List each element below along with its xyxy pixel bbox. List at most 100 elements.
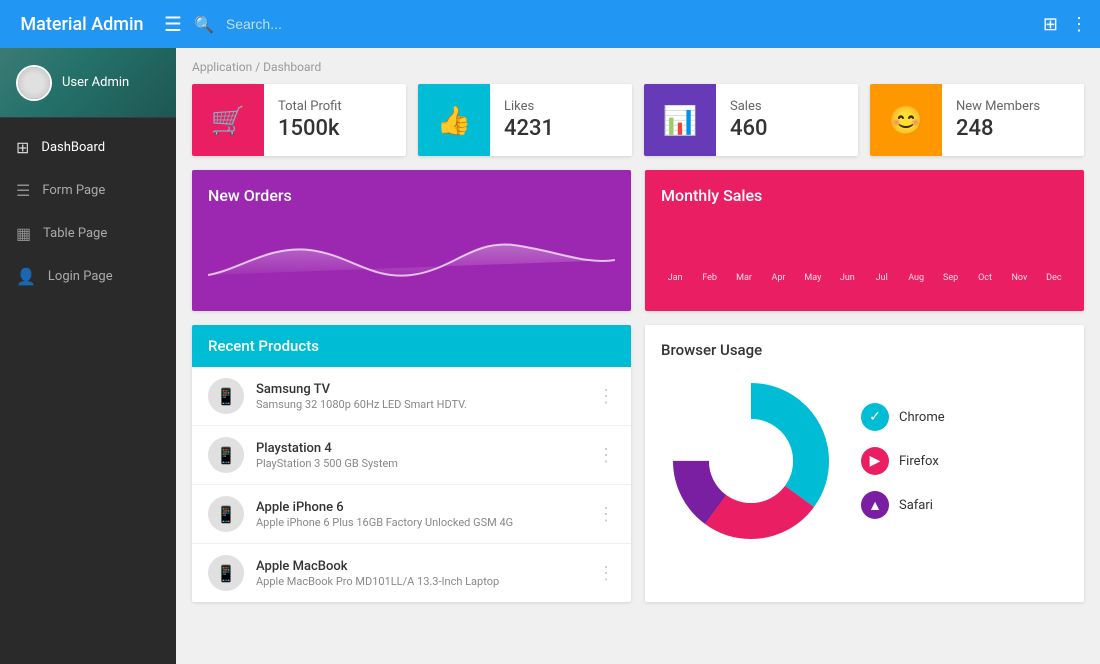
bar-item-may: May xyxy=(799,269,827,283)
product-info: Apple MacBook Apple MacBook Pro MD101LL/… xyxy=(256,559,585,588)
product-item: 📱 Apple iPhone 6 Apple iPhone 6 Plus 16G… xyxy=(192,485,631,544)
product-info: Apple iPhone 6 Apple iPhone 6 Plus 16GB … xyxy=(256,500,585,529)
members-label: New Members xyxy=(956,99,1040,114)
browser-chart-area: ✓ Chrome ▶ Firefox ▲ Safari xyxy=(661,371,1068,551)
sidebar-item-login[interactable]: 👤 Login Page xyxy=(0,255,176,298)
product-desc: Apple MacBook Pro MD101LL/A 13.3-Inch La… xyxy=(256,575,585,588)
likes-label: Likes xyxy=(504,99,554,114)
recent-products-header: Recent Products xyxy=(192,325,631,367)
sales-label: Sales xyxy=(730,99,768,114)
legend-dot: ✓ xyxy=(861,403,889,431)
mid-row: New Orders Monthly Sales xyxy=(192,170,1084,311)
search-icon: 🔍 xyxy=(194,15,214,34)
bar-item-aug: Aug xyxy=(902,269,930,283)
menu-icon[interactable]: ☰ xyxy=(164,12,182,36)
breadcrumb: Application / Dashboard xyxy=(192,60,1084,74)
more-icon[interactable]: ⋮ xyxy=(1070,14,1088,35)
product-info: Playstation 4 PlayStation 3 500 GB Syste… xyxy=(256,441,585,470)
product-info: Samsung TV Samsung 32 1080p 60Hz LED Sma… xyxy=(256,382,585,411)
product-icon: 📱 xyxy=(208,496,244,532)
sidebar-item-form[interactable]: ☰ Form Page xyxy=(0,169,176,212)
more-icon[interactable]: ⋮ xyxy=(597,386,615,407)
members-info: New Members 248 xyxy=(942,89,1054,151)
legend-item-chrome: ✓ Chrome xyxy=(861,403,945,431)
legend-dot: ▲ xyxy=(861,491,889,519)
bar-item-jun: Jun xyxy=(833,269,861,283)
product-desc: PlayStation 3 500 GB System xyxy=(256,457,585,470)
legend-dot: ▶ xyxy=(861,447,889,475)
monthly-sales-card: Monthly Sales JanFebMarAprMayJunJulAugSe… xyxy=(645,170,1084,311)
stat-card-profit: 🛒 Total Profit 1500k xyxy=(192,84,406,156)
product-icon: 📱 xyxy=(208,437,244,473)
legend-label: Safari xyxy=(899,498,933,513)
legend-item-firefox: ▶ Firefox xyxy=(861,447,945,475)
products-list: 📱 Samsung TV Samsung 32 1080p 60Hz LED S… xyxy=(192,367,631,602)
product-item: 📱 Samsung TV Samsung 32 1080p 60Hz LED S… xyxy=(192,367,631,426)
more-icon[interactable]: ⋮ xyxy=(597,504,615,525)
product-item: 📱 Playstation 4 PlayStation 3 500 GB Sys… xyxy=(192,426,631,485)
product-desc: Apple iPhone 6 Plus 16GB Factory Unlocke… xyxy=(256,516,585,529)
sidebar-item-label-form: Form Page xyxy=(42,183,105,198)
new-orders-title: New Orders xyxy=(208,186,615,205)
product-name: Samsung TV xyxy=(256,382,585,397)
legend-label: Firefox xyxy=(899,454,939,469)
product-name: Apple MacBook xyxy=(256,559,585,574)
app-title: Material Admin xyxy=(12,14,152,35)
browser-usage-title: Browser Usage xyxy=(661,341,1068,359)
sidebar-item-label-dashboard: DashBoard xyxy=(41,140,105,155)
recent-products-title: Recent Products xyxy=(208,337,615,355)
bar-item-feb: Feb xyxy=(695,269,723,283)
bar-item-jul: Jul xyxy=(868,269,896,283)
apps-icon[interactable]: ⊞ xyxy=(1043,14,1058,35)
sales-value: 460 xyxy=(730,116,768,141)
likes-info: Likes 4231 xyxy=(490,89,568,151)
members-icon: 😊 xyxy=(870,84,942,156)
bottom-row: Recent Products 📱 Samsung TV Samsung 32 … xyxy=(192,325,1084,602)
profit-value: 1500k xyxy=(278,116,342,141)
product-desc: Samsung 32 1080p 60Hz LED Smart HDTV. xyxy=(256,398,585,411)
recent-products-card: Recent Products 📱 Samsung TV Samsung 32 … xyxy=(192,325,631,602)
browser-legend: ✓ Chrome ▶ Firefox ▲ Safari xyxy=(861,403,945,519)
bar-item-jan: Jan xyxy=(661,269,689,283)
bar-item-dec: Dec xyxy=(1040,269,1068,283)
likes-value: 4231 xyxy=(504,116,554,141)
stat-card-members: 😊 New Members 248 xyxy=(870,84,1084,156)
main-layout: User Admin ⊞ DashBoard ☰ Form Page ▦ Tab… xyxy=(0,48,1100,664)
content-area: Application / Dashboard 🛒 Total Profit 1… xyxy=(176,48,1100,664)
form-icon: ☰ xyxy=(16,181,30,200)
more-icon[interactable]: ⋮ xyxy=(597,445,615,466)
sales-info: Sales 460 xyxy=(716,89,782,151)
product-item: 📱 Apple MacBook Apple MacBook Pro MD101L… xyxy=(192,544,631,602)
username: User Admin xyxy=(62,75,129,90)
sidebar-item-label-table: Table Page xyxy=(43,226,107,241)
browser-usage-card: Browser Usage ✓ Chrome ▶ xyxy=(645,325,1084,602)
stat-card-likes: 👍 Likes 4231 xyxy=(418,84,632,156)
likes-icon: 👍 xyxy=(418,84,490,156)
profit-info: Total Profit 1500k xyxy=(264,89,356,151)
stats-row: 🛒 Total Profit 1500k 👍 Likes 4231 📊 Sale… xyxy=(192,84,1084,156)
search-input[interactable] xyxy=(226,16,1031,32)
dashboard-icon: ⊞ xyxy=(16,138,29,157)
sidebar-item-dashboard[interactable]: ⊞ DashBoard xyxy=(0,126,176,169)
sidebar-item-table[interactable]: ▦ Table Page xyxy=(0,212,176,255)
product-icon: 📱 xyxy=(208,378,244,414)
profit-label: Total Profit xyxy=(278,99,342,114)
more-icon[interactable]: ⋮ xyxy=(597,563,615,584)
legend-item-safari: ▲ Safari xyxy=(861,491,945,519)
avatar xyxy=(16,65,52,101)
donut-chart xyxy=(661,371,841,551)
product-name: Playstation 4 xyxy=(256,441,585,456)
line-chart-svg xyxy=(208,215,615,295)
bar-chart: JanFebMarAprMayJunJulAugSepOctNovDec xyxy=(661,213,1068,283)
bar-item-oct: Oct xyxy=(971,269,999,283)
topbar-actions: ⊞ ⋮ xyxy=(1043,14,1088,35)
new-orders-chart xyxy=(208,215,615,295)
legend-label: Chrome xyxy=(899,410,945,425)
login-icon: 👤 xyxy=(16,267,36,286)
bar-item-nov: Nov xyxy=(1005,269,1033,283)
sidebar-nav: ⊞ DashBoard ☰ Form Page ▦ Table Page 👤 L… xyxy=(0,118,176,664)
sidebar-item-label-login: Login Page xyxy=(48,269,113,284)
product-icon: 📱 xyxy=(208,555,244,591)
topbar: Material Admin ☰ 🔍 ⊞ ⋮ xyxy=(0,0,1100,48)
sidebar: User Admin ⊞ DashBoard ☰ Form Page ▦ Tab… xyxy=(0,48,176,664)
